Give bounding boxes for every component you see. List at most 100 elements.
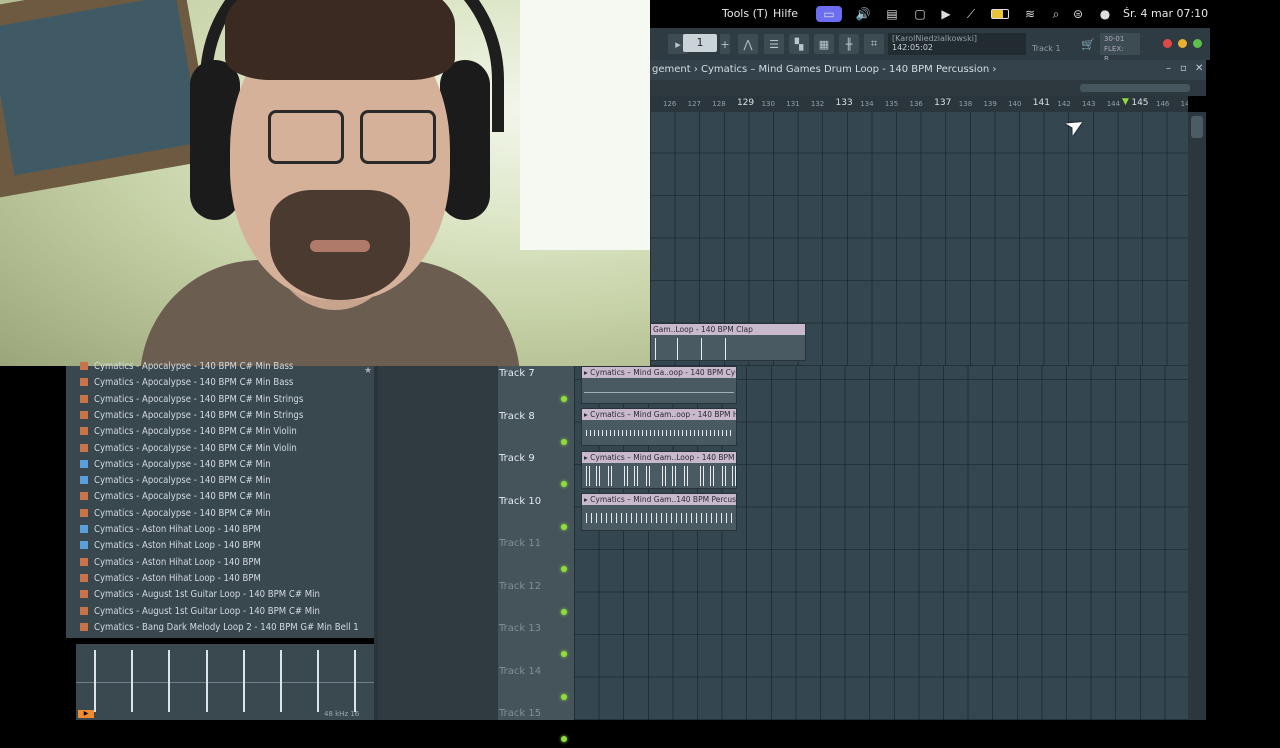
track-header[interactable]: Track 10 bbox=[498, 494, 574, 536]
tablet-icon[interactable]: ▢ bbox=[912, 6, 928, 22]
volume-icon[interactable]: 🔊 bbox=[855, 6, 871, 22]
browser-item[interactable]: Cymatics - Aston Hihat Loop - 140 BPM bbox=[80, 524, 370, 540]
wave-spike bbox=[671, 513, 672, 523]
track-mute-led-icon[interactable] bbox=[561, 651, 567, 657]
wave-spike bbox=[703, 466, 704, 486]
track-header[interactable]: Track 13 bbox=[498, 621, 574, 663]
track-mute-led-icon[interactable] bbox=[561, 481, 567, 487]
wave-spike bbox=[614, 430, 615, 436]
timeline-ruler[interactable]: 126 127 128 129 130 131 132 133 134 135 136 137 138 1… bbox=[650, 96, 1188, 112]
ruler-bar-number: 144 bbox=[1106, 100, 1121, 108]
wave-spike bbox=[641, 513, 642, 523]
audio-clip[interactable]: ▸ Cymatics – Mind Gam..Loop - 140 BPM Ki… bbox=[581, 451, 737, 489]
browser-item[interactable]: Cymatics - August 1st Guitar Loop - 140 … bbox=[80, 589, 370, 605]
maximize-window-icon[interactable] bbox=[1193, 39, 1202, 48]
siri-icon[interactable]: ● bbox=[1097, 6, 1113, 22]
control-center-icon[interactable]: ⊜ bbox=[1070, 6, 1086, 22]
browser-item[interactable]: Cymatics - Apocalypse - 140 BPM C# Min S… bbox=[80, 394, 370, 410]
browser-item[interactable]: Cymatics - Apocalypse - 140 BPM C# Min B… bbox=[80, 377, 370, 393]
pattern-selector[interactable]: 1 bbox=[683, 34, 717, 52]
browser-item[interactable]: Cymatics - Apocalypse - 140 BPM C# Min bbox=[80, 475, 370, 491]
audio-clip[interactable]: ▸ Cymatics – Mind Ga..oop - 140 BPM Cymb… bbox=[581, 366, 737, 404]
play-icon[interactable]: ▶ bbox=[938, 6, 954, 22]
browser-icon[interactable]: ⌗ bbox=[864, 34, 884, 54]
track-header[interactable]: Track 14 bbox=[498, 664, 574, 706]
browser-item[interactable]: Cymatics - Apocalypse - 140 BPM C# Min V… bbox=[80, 426, 370, 442]
wave-spike bbox=[710, 430, 711, 436]
track-header[interactable]: Track 7 bbox=[498, 366, 574, 408]
track-header[interactable]: Track 12 bbox=[498, 579, 574, 621]
waveform-center-line bbox=[76, 682, 374, 683]
scrollbar-thumb[interactable] bbox=[1080, 84, 1190, 92]
playlist-horizontal-scrollbar[interactable] bbox=[650, 80, 1210, 96]
piano-roll-icon[interactable]: ▚ bbox=[789, 34, 809, 54]
browser-item[interactable]: Cymatics - Apocalypse - 140 BPM C# Min bbox=[80, 508, 370, 524]
close-window-icon[interactable] bbox=[1163, 39, 1172, 48]
sample-preview-waveform[interactable]: ▶ 48 kHz 16 bbox=[76, 644, 374, 720]
wave-spike bbox=[701, 513, 702, 523]
ruler-bar-number: 142 bbox=[1057, 100, 1071, 108]
track-mute-led-icon[interactable] bbox=[561, 693, 567, 700]
preview-play-icon[interactable]: ▶ bbox=[78, 710, 94, 718]
clip-title: ▸ Cymatics – Mind Gam..Loop - 140 BPM Ki… bbox=[582, 452, 736, 463]
browser-item[interactable]: Cymatics - Apocalypse - 140 BPM C# Min S… bbox=[80, 410, 370, 426]
battery-icon[interactable] bbox=[990, 6, 1010, 22]
screen-share-icon[interactable]: ▭ bbox=[816, 6, 842, 22]
menu-help[interactable]: Hilfe bbox=[773, 7, 798, 20]
playlist-icon[interactable]: ☰ bbox=[764, 34, 784, 54]
flex-preset-panel[interactable]: 30-01 FLEX: B... bbox=[1100, 33, 1140, 63]
audio-clip[interactable]: Gam..Loop - 140 BPM Clap bbox=[650, 323, 806, 361]
snap-icon[interactable]: ⋀ bbox=[738, 34, 758, 54]
wave-spike bbox=[735, 466, 736, 486]
audio-clip[interactable]: ▸ Cymatics – Mind Gam..140 BPM Percussio… bbox=[581, 493, 737, 531]
favorite-star-icon[interactable]: ★ bbox=[364, 366, 372, 376]
browser-item[interactable]: Cymatics - August 1st Guitar Loop - 140 … bbox=[80, 606, 370, 622]
minimize-icon[interactable]: – bbox=[1166, 63, 1171, 74]
cart-icon[interactable]: 🛒 bbox=[1078, 34, 1098, 54]
browser-item[interactable]: Cymatics - Aston Hihat Loop - 140 BPM bbox=[80, 557, 370, 573]
playlist-vertical-scrollbar[interactable] bbox=[1188, 112, 1206, 720]
menu-tools[interactable]: Tools (T) bbox=[722, 7, 768, 20]
ruler-bar-number: 130 bbox=[761, 100, 775, 108]
browser-item-label: Cymatics - August 1st Guitar Loop - 140 … bbox=[94, 589, 320, 601]
waveform-transient bbox=[206, 650, 208, 712]
wave-spike bbox=[596, 513, 597, 523]
wave-spike bbox=[656, 513, 657, 523]
track-mute-led-icon[interactable] bbox=[561, 438, 567, 445]
browser-item[interactable]: Cymatics - Apocalypse - 140 BPM C# Min bbox=[80, 459, 370, 475]
wave-spike bbox=[626, 513, 627, 523]
vscroll-thumb[interactable] bbox=[1191, 116, 1203, 138]
track-mute-led-icon[interactable] bbox=[561, 736, 567, 742]
track-mute-led-icon[interactable] bbox=[561, 566, 567, 572]
cast-icon[interactable]: ▤ bbox=[884, 6, 900, 22]
browser-item[interactable]: Cymatics - Apocalypse - 140 BPM C# Min V… bbox=[80, 443, 370, 459]
wave-spike bbox=[621, 513, 622, 523]
browser-item[interactable]: Cymatics - Apocalypse - 140 BPM C# Min B… bbox=[80, 361, 370, 377]
track-header[interactable]: Track 11 bbox=[498, 536, 574, 578]
audio-clip[interactable]: ▸ Cymatics – Mind Gam..oop - 140 BPM Hih… bbox=[581, 408, 737, 446]
maximize-icon[interactable]: ▫ bbox=[1180, 63, 1187, 74]
wifi-icon[interactable]: ≋ bbox=[1022, 6, 1038, 22]
browser-item[interactable]: Cymatics - Apocalypse - 140 BPM C# Min bbox=[80, 491, 370, 507]
pattern-add-icon[interactable]: + bbox=[720, 34, 730, 54]
close-icon[interactable]: ✕ bbox=[1195, 63, 1203, 74]
track-mute-led-icon[interactable] bbox=[561, 523, 567, 530]
track-mute-led-icon[interactable] bbox=[561, 396, 567, 402]
track-header[interactable]: Track 9 bbox=[498, 451, 574, 493]
search-icon[interactable]: ⌕ bbox=[1048, 6, 1064, 22]
mixer-icon[interactable]: ╫ bbox=[839, 34, 859, 54]
browser-item[interactable]: Cymatics - Aston Hihat Loop - 140 BPM bbox=[80, 573, 370, 589]
audio-file-icon bbox=[80, 443, 88, 452]
wave-spike bbox=[596, 466, 597, 486]
browser-item[interactable]: Cymatics - Aston Hihat Loop - 140 BPM bbox=[80, 540, 370, 556]
track-header[interactable]: Track 15 bbox=[498, 706, 574, 748]
wave-spike bbox=[711, 513, 712, 523]
track-mute-led-icon[interactable] bbox=[561, 608, 567, 615]
clip-title: ▸ Cymatics – Mind Ga..oop - 140 BPM Cymb… bbox=[582, 367, 736, 378]
minimize-window-icon[interactable] bbox=[1178, 39, 1187, 48]
playhead-marker-icon[interactable]: ▼ bbox=[1122, 97, 1129, 107]
mute-icon[interactable]: ⟋ bbox=[963, 6, 979, 22]
track-header[interactable]: Track 8 bbox=[498, 409, 574, 451]
channel-rack-icon[interactable]: ▦ bbox=[814, 34, 834, 54]
browser-item[interactable]: Cymatics - Bang Dark Melody Loop 2 - 140… bbox=[80, 622, 370, 638]
